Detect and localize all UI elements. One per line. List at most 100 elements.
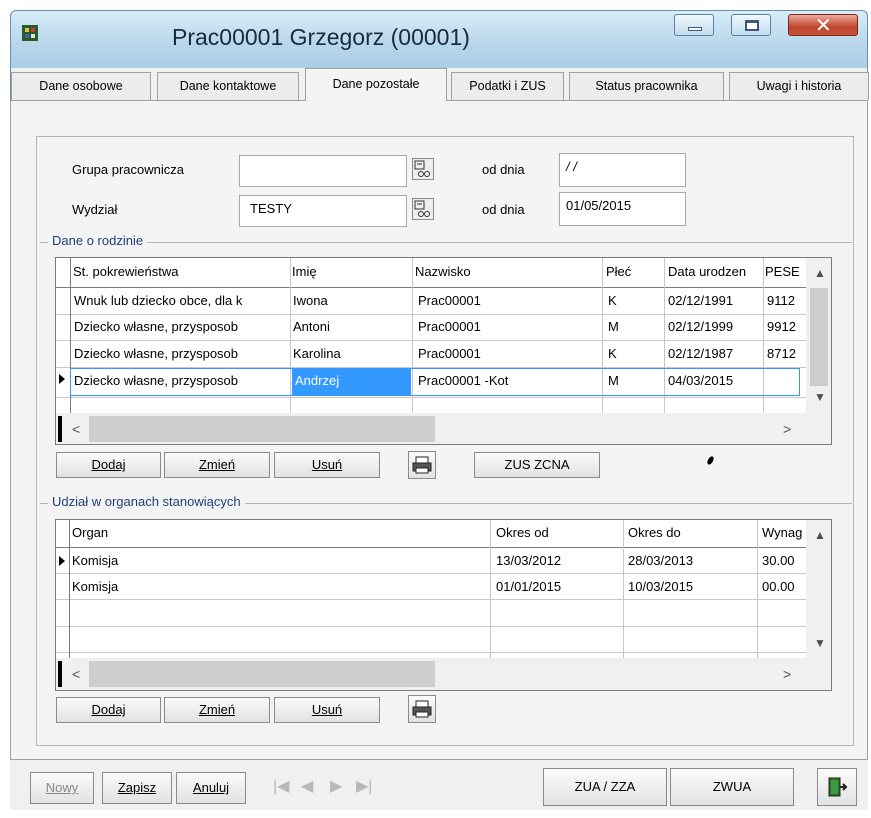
- organs-vscrollbar[interactable]: ▲ ▼: [806, 520, 831, 662]
- organs-hscrollbar[interactable]: < >: [56, 658, 831, 690]
- zwua-button[interactable]: ZWUA: [670, 768, 794, 806]
- col-header[interactable]: Data urodzen: [668, 264, 766, 279]
- wydzial-od-dnia-input[interactable]: 01/05/2015: [559, 192, 686, 226]
- organs-group-label: Udział w organach stanowiących: [48, 494, 245, 509]
- surname-cell: Prac00001: [418, 346, 481, 361]
- relation-cell: Wnuk lub dziecko obce, dla k: [74, 293, 243, 308]
- first-record-icon[interactable]: |◀: [273, 776, 289, 796]
- scroll-left-icon[interactable]: <: [72, 666, 80, 682]
- family-grid[interactable]: St. pokrewieństwa Imię Nazwisko Płeć Dat…: [55, 257, 832, 445]
- scroll-thumb[interactable]: [810, 288, 828, 386]
- next-record-icon[interactable]: ▶: [330, 776, 342, 796]
- family-delete-button[interactable]: Usuń: [274, 452, 380, 478]
- organ-cell: Komisja: [72, 553, 119, 568]
- grupa-input[interactable]: [239, 155, 407, 187]
- col-header[interactable]: Okres do: [628, 525, 748, 540]
- relation-cell: Dziecko własne, przysposob: [74, 373, 239, 388]
- col-header[interactable]: PESE: [765, 264, 801, 279]
- pay-cell: 00.00: [762, 579, 795, 594]
- lookup-icon: [414, 200, 430, 217]
- family-group-label: Dane o rodzinie: [48, 233, 148, 248]
- new-button[interactable]: Nowy: [30, 772, 94, 804]
- organs-print-button[interactable]: [408, 695, 436, 723]
- tab-dane-kontaktowe[interactable]: Dane kontaktowe: [157, 72, 299, 100]
- family-add-button[interactable]: Dodaj: [56, 452, 161, 478]
- grupa-picker-button[interactable]: [412, 158, 434, 180]
- wydzial-input[interactable]: TESTY: [239, 195, 407, 227]
- zus-zcna-button[interactable]: ZUS ZCNA: [474, 452, 600, 478]
- pesel-cell: 9112: [767, 293, 795, 308]
- sex-cell: K: [608, 293, 617, 308]
- tab-dane-pozostale[interactable]: Dane pozostałe: [305, 68, 447, 101]
- birthdate-cell: 02/12/1999: [668, 319, 734, 334]
- surname-cell: Prac00001: [418, 319, 481, 334]
- organs-edit-button[interactable]: Zmień: [164, 697, 270, 723]
- birthdate-cell: 02/12/1987: [668, 346, 734, 361]
- sex-cell: M: [608, 319, 619, 334]
- surname-cell: Prac00001 -Kot: [418, 373, 509, 388]
- name-cell: Karolina: [293, 346, 341, 361]
- scroll-left-icon[interactable]: <: [72, 421, 80, 437]
- organ-cell: Komisja: [72, 579, 119, 594]
- last-record-icon[interactable]: ▶|: [356, 776, 372, 796]
- grupa-label: Grupa pracownicza: [72, 162, 184, 177]
- scroll-down-icon[interactable]: ▼: [814, 636, 826, 650]
- period-from-cell: 13/03/2012: [496, 553, 562, 568]
- family-print-button[interactable]: [408, 451, 436, 479]
- cancel-button[interactable]: Anuluj: [176, 772, 246, 804]
- wydzial-label: Wydział: [72, 202, 118, 217]
- tab-dane-osobowe[interactable]: Dane osobowe: [11, 72, 151, 100]
- tab-podatki-zus[interactable]: Podatki i ZUS: [451, 72, 564, 100]
- maximize-button[interactable]: [731, 14, 771, 36]
- organs-add-button[interactable]: Dodaj: [56, 697, 161, 723]
- pesel-cell: 8712: [767, 346, 796, 361]
- wydzial-value: TESTY: [250, 201, 292, 216]
- family-edit-button[interactable]: Zmień: [164, 452, 270, 478]
- col-header[interactable]: St. pokrewieństwa: [73, 264, 283, 279]
- row-indicator-icon: [59, 374, 65, 384]
- relation-cell: Dziecko własne, przysposob: [74, 319, 239, 334]
- exit-button[interactable]: [817, 768, 857, 806]
- family-group-border: [40, 242, 852, 243]
- scroll-right-icon[interactable]: >: [783, 666, 791, 682]
- tab-strip: Dane osobowe Dane kontaktowe Dane pozost…: [10, 68, 869, 101]
- organs-grid[interactable]: Organ Okres od Okres do Wynag Komisja 13…: [55, 519, 832, 691]
- scroll-up-icon[interactable]: ▲: [814, 266, 826, 280]
- row-indicator-icon: [59, 556, 65, 566]
- tab-status-pracownika[interactable]: Status pracownika: [569, 72, 724, 100]
- family-hscrollbar[interactable]: < >: [56, 413, 831, 444]
- pesel-cell: 9912: [767, 319, 796, 334]
- save-button[interactable]: Zapisz: [102, 772, 172, 804]
- name-cell: Iwona: [293, 293, 328, 308]
- zua-zza-button[interactable]: ZUA / ZZA: [543, 768, 667, 806]
- prev-record-icon[interactable]: ◀: [301, 776, 313, 796]
- organs-delete-button[interactable]: Usuń: [274, 697, 380, 723]
- wydzial-od-dnia-label: od dnia: [482, 202, 525, 217]
- col-header[interactable]: Organ: [72, 525, 472, 540]
- pay-cell: 30.00: [762, 553, 795, 568]
- col-header[interactable]: Okres od: [496, 525, 616, 540]
- scroll-down-icon[interactable]: ▼: [814, 390, 826, 404]
- col-header[interactable]: Wynag: [762, 525, 802, 540]
- family-vscrollbar[interactable]: ▲ ▼: [806, 258, 831, 413]
- close-button[interactable]: ✕: [788, 14, 858, 37]
- lookup-icon: [414, 160, 430, 177]
- scroll-up-icon[interactable]: ▲: [814, 528, 826, 542]
- period-to-cell: 28/03/2013: [628, 553, 694, 568]
- scroll-right-icon[interactable]: >: [783, 421, 791, 437]
- col-header[interactable]: Imię: [292, 264, 412, 279]
- scroll-thumb[interactable]: [89, 416, 435, 442]
- scroll-thumb[interactable]: [89, 661, 435, 687]
- col-header[interactable]: Płeć: [606, 264, 661, 279]
- grupa-od-dnia-input[interactable]: / /: [559, 153, 686, 187]
- minimize-button[interactable]: [674, 14, 714, 36]
- col-header[interactable]: Nazwisko: [415, 264, 595, 279]
- name-cell: Andrzej: [295, 373, 340, 388]
- tab-uwagi-historia[interactable]: Uwagi i historia: [729, 72, 869, 100]
- relation-cell: Dziecko własne, przysposob: [74, 346, 239, 361]
- surname-cell: Prac00001: [418, 293, 481, 308]
- wydzial-picker-button[interactable]: [412, 198, 434, 220]
- sex-cell: M: [608, 373, 619, 388]
- app-icon: [22, 25, 38, 41]
- maximize-icon: [745, 20, 759, 31]
